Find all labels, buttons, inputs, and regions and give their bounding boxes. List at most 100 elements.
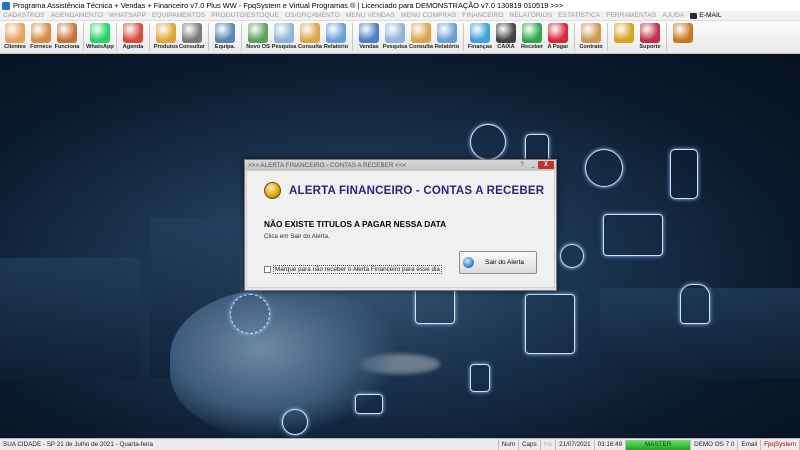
toolbar-button-consulta[interactable]: Consulta [298, 21, 322, 50]
toolbar-button-consultar[interactable]: Consultar [178, 21, 206, 50]
shield-line-icon [680, 284, 710, 324]
toolbar-button-finan-as[interactable]: Finanças [468, 21, 492, 50]
toolbar-button-relat-rio[interactable]: Relatório [435, 21, 459, 50]
toolbar-button-pesquisa[interactable]: Pesquisa [383, 21, 407, 50]
cloud-arrow-line-icon [230, 294, 270, 334]
toolbar-button-whatsapp[interactable]: WhatsApp [86, 21, 114, 50]
toolbar-button-consulta[interactable]: Consulta [409, 21, 433, 50]
finance-icon [470, 23, 490, 43]
menu-whatsapp[interactable]: WHATSAPP [109, 12, 146, 19]
menu-vendas[interactable]: MENU VENDAS [346, 12, 395, 19]
menu-compras[interactable]: MENU COMPRAS [401, 12, 456, 19]
dialog-close-button[interactable]: X [538, 161, 554, 169]
toolbar-button-funciona[interactable]: Funciona [55, 21, 79, 50]
toolbar-button-label: Relatório [323, 44, 349, 50]
toolbar-button-contrato[interactable]: Contrato [579, 21, 603, 50]
dialog-body: ALERTA FINANCEIRO - CONTAS A RECEBER NÃO… [246, 170, 555, 288]
dialog-help-button[interactable]: ? [518, 161, 526, 169]
menu-os-orcamento[interactable]: OS/ORÇAMENTO [285, 12, 340, 19]
toolbar-separator [83, 23, 84, 51]
exit-alert-button[interactable]: Sair do Alerta [459, 251, 537, 274]
toolbar-separator [116, 23, 117, 51]
menu-produto-estoque[interactable]: PRODUTO/ESTOQUE [211, 12, 279, 19]
toolbar-separator [463, 23, 464, 51]
toolbar-button-caixa[interactable]: CAIXA [494, 21, 518, 50]
menu-relatorios[interactable]: RELATÓRIOS [510, 12, 553, 19]
status-bar: SUA CIDADE - SP 21 de Julho de 2021 - Qu… [0, 438, 800, 450]
email-icon [690, 12, 698, 19]
report-os-icon [326, 23, 346, 43]
status-date: 21/07/2021 [556, 439, 595, 450]
status-city-date: SUA CIDADE - SP 21 de Julho de 2021 - Qu… [0, 439, 499, 450]
toolbar-separator [352, 23, 353, 51]
search-sales-icon [385, 23, 405, 43]
exit-icon [463, 257, 474, 268]
alert-hint: Clica em Sair do Alerta. [264, 233, 330, 240]
menu-email[interactable]: E-MAIL [690, 12, 722, 19]
globe-line-icon [585, 149, 623, 187]
toolbar-button-exit-door[interactable] [671, 21, 695, 44]
toolbar-button-label: Agenda [122, 44, 144, 50]
toolbar-button-suporte[interactable]: Suporte [638, 21, 662, 50]
pay-icon [548, 23, 568, 43]
status-email[interactable]: Email [738, 439, 762, 450]
toolbar-button-produtos[interactable]: Produtos [154, 21, 178, 50]
toolbar-button-label: WhatsApp [86, 44, 114, 50]
server-line-icon [525, 294, 575, 354]
toolbar-button-label: A Pagar [547, 44, 569, 50]
toolbar-separator [208, 23, 209, 51]
clients-icon [5, 23, 25, 43]
status-time: 03:16:49 [595, 439, 627, 450]
toolbar-button-fornece[interactable]: Fornece [29, 21, 53, 50]
title-bar: Programa Assistência Técnica + Vendas + … [0, 0, 800, 11]
toolbar-button-equipa-[interactable]: Equipa. [213, 21, 237, 50]
cashier-icon [496, 23, 516, 43]
toolbar-button-label: Finanças [467, 44, 493, 50]
dismiss-checkbox-row[interactable]: Marque para não receber o Alerta Finance… [264, 265, 442, 274]
toolbar-button-a-pagar[interactable]: A Pagar [546, 21, 570, 50]
calendar-icon [123, 23, 143, 43]
menu-ferramentas[interactable]: FERRAMENTAS [606, 12, 656, 19]
financial-alert-dialog: >>> ALERTA FINANCEIRO - CONTAS A RECEBER… [244, 159, 557, 291]
toolbar-separator [666, 23, 667, 51]
toolbar-separator [149, 23, 150, 51]
toolbar-button-novo-os[interactable]: Novo OS [246, 21, 270, 50]
toolbar-button-label: Novo OS [246, 44, 270, 50]
skyline-left [0, 258, 140, 378]
toolbar-button-label: Consultar [178, 44, 206, 50]
sales-icon [359, 23, 379, 43]
menu-estatistica[interactable]: ESTATÍSTICA [558, 12, 600, 19]
dialog-title-bar[interactable]: >>> ALERTA FINANCEIRO - CONTAS A RECEBER… [245, 160, 556, 170]
toolbar-button-label: Produtos [153, 44, 179, 50]
toolbar-button-label: Consulta [409, 44, 433, 50]
toolbar-separator [241, 23, 242, 51]
menu-agendamento[interactable]: AGENDAMENTO [51, 12, 103, 19]
menu-financeiro[interactable]: FINANCEIRO [462, 12, 503, 19]
toolbar-button-coins[interactable] [612, 21, 636, 44]
search-products-icon [182, 23, 202, 43]
dialog-minimize-button[interactable]: _ [529, 161, 537, 169]
toolbar-button-label: Fornece [30, 44, 52, 50]
app-icon [2, 1, 10, 10]
menu-cadastros[interactable]: CADASTROS [3, 12, 45, 19]
menu-ajuda[interactable]: AJUDA [662, 12, 684, 19]
toolbar-button-vendas[interactable]: Vendas [357, 21, 381, 50]
alert-message: NÃO EXISTE TITULOS A PAGAR NESSA DATA [264, 219, 447, 229]
toolbar-button-relat-rio[interactable]: Relatório [324, 21, 348, 50]
suppliers-icon [31, 23, 51, 43]
phone-call-line-icon [282, 409, 308, 435]
toolbar-button-label: Pesquisa [382, 44, 408, 50]
dismiss-checkbox[interactable] [264, 266, 271, 273]
dismiss-checkbox-label[interactable]: Marque para não receber o Alerta Finance… [273, 265, 442, 274]
toolbar-button-pesquisa[interactable]: Pesquisa [272, 21, 296, 50]
receive-icon [522, 23, 542, 43]
menu-equipamentos[interactable]: EQUIPAMENTOS [152, 12, 205, 19]
toolbar-button-agenda[interactable]: Agenda [121, 21, 145, 50]
menu-email-label: E-MAIL [699, 12, 722, 19]
equipment-icon [215, 23, 235, 43]
toolbar-button-receber[interactable]: Receber [520, 21, 544, 50]
toolbar-button-label: Pesquisa [271, 44, 297, 50]
exit-door-icon [673, 23, 693, 43]
toolbar-button-clientes[interactable]: Clientes [3, 21, 27, 50]
status-version: DEMO OS 7.0 [691, 439, 739, 450]
